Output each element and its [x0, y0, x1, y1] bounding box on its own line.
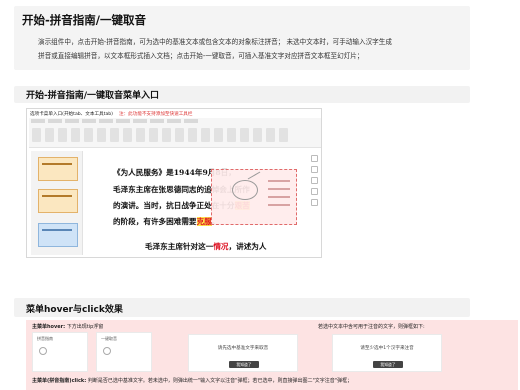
- section-title: 开始-拼音指南/一键取音菜单入口: [26, 91, 160, 101]
- section-menu-entry: 开始-拼音指南/一键取音菜单入口: [14, 86, 470, 103]
- tool-button[interactable]: [58, 128, 67, 142]
- card-title: 一键取音: [101, 336, 117, 341]
- section-title: 菜单hover与click效果: [26, 305, 123, 315]
- side-tool-icon[interactable]: [311, 188, 318, 195]
- tooltip-card-extract: 一键取音: [96, 332, 152, 372]
- tool-button[interactable]: [188, 128, 197, 142]
- pinyin-icon: [39, 347, 47, 355]
- right-note: 若选中文本中含可用于注音的文字，则弹框如下:: [318, 324, 425, 330]
- side-tool-icon[interactable]: [311, 155, 318, 162]
- dialog-select-hanzi: 请至少选中1个汉字来注音 我知道了: [332, 334, 442, 372]
- description-line: 拼音或直接编辑拼音，以文本框形式插入文档；点击开始-一键取音，可插入基准文字对应…: [38, 52, 364, 60]
- pinyin-dropdown-overlay[interactable]: [211, 169, 297, 225]
- description-line: 演示组件中，点击开始-拼音指南，可为选中的基准文本或包含文本的对象标注拼音； 未…: [38, 38, 392, 46]
- hover-click-panel: 主菜单hover: 下方出现tip浮窗 若选中文本中含可用于注音的文字，则弹框如…: [26, 320, 518, 390]
- ribbon-tab[interactable]: [184, 119, 198, 123]
- side-tool-icon[interactable]: [311, 177, 318, 184]
- slide-thumbnail[interactable]: [38, 157, 78, 181]
- side-tool-icon[interactable]: [311, 199, 318, 206]
- ribbon-tab[interactable]: [99, 119, 113, 123]
- slide-text-line: 的阶段，有许多困难需要克服。: [113, 217, 219, 226]
- tool-button[interactable]: [240, 128, 249, 142]
- tooltip-card-pinyin: 拼音指南: [32, 332, 88, 372]
- click-note: 主菜单(拼音指南)click: 判断是否已选中基准文字。若未选中，则弹出统一"输…: [32, 378, 353, 384]
- tool-button[interactable]: [279, 128, 288, 142]
- ok-button[interactable]: 我知道了: [373, 361, 403, 368]
- tool-button[interactable]: [110, 128, 119, 142]
- caption-text: 选项卡菜单入口(开始tab、文本工具tab): [30, 112, 113, 117]
- tool-button[interactable]: [71, 128, 80, 142]
- ribbon-tab[interactable]: [65, 119, 79, 123]
- right-toolbar: [311, 155, 319, 206]
- ribbon-toolbar: [29, 118, 321, 148]
- section-intro: 开始-拼音指南/一键取音 演示组件中，点击开始-拼音指南，可为选中的基准文本或包…: [14, 6, 470, 70]
- tool-button[interactable]: [175, 128, 184, 142]
- section-title: 开始-拼音指南/一键取音: [22, 13, 146, 27]
- card-title: 拼音指南: [37, 336, 53, 341]
- ribbon-tabs: [31, 119, 198, 125]
- side-tool-icon[interactable]: [311, 166, 318, 173]
- hover-note: 主菜单hover: 下方出现tip浮窗: [32, 324, 104, 330]
- tool-button[interactable]: [201, 128, 210, 142]
- app-screenshot: 选项卡菜单入口(开始tab、文本工具tab) 注：此功能不支持添加至快速工具栏 《…: [26, 108, 322, 258]
- extract-icon: [103, 347, 111, 355]
- slide-thumbnail[interactable]: [38, 189, 78, 213]
- tool-button[interactable]: [45, 128, 54, 142]
- tool-button[interactable]: [84, 128, 93, 142]
- tool-button[interactable]: [32, 128, 41, 142]
- tool-button[interactable]: [136, 128, 145, 142]
- tool-button[interactable]: [227, 128, 236, 142]
- tool-button[interactable]: [123, 128, 132, 142]
- slide-thumbnail-panel: [31, 151, 83, 255]
- tool-button[interactable]: [253, 128, 262, 142]
- highlighted-word: 情况: [213, 242, 229, 251]
- slide-thumbnail[interactable]: [38, 223, 78, 247]
- dialog-message: 请至少选中1个汉字来注音: [360, 346, 414, 351]
- section-hover-click: 菜单hover与click效果: [14, 298, 470, 317]
- highlighted-word: 克服: [196, 217, 212, 226]
- formula-icon: [232, 180, 258, 200]
- tool-button[interactable]: [97, 128, 106, 142]
- dialog-message: 请先选中基准文字来取音: [217, 346, 269, 351]
- ribbon-tab[interactable]: [133, 119, 147, 123]
- ribbon-tab[interactable]: [31, 119, 45, 123]
- ok-button[interactable]: 我知道了: [229, 361, 259, 368]
- slide-text-line: 毛泽东主席针对这一情况，讲述为人: [145, 242, 267, 251]
- tool-button[interactable]: [162, 128, 171, 142]
- ribbon-tab[interactable]: [167, 119, 181, 123]
- ribbon-tab[interactable]: [82, 119, 96, 123]
- caption-note: 注：此功能不支持添加至快速工具栏: [118, 112, 193, 117]
- ribbon-tab[interactable]: [150, 119, 164, 123]
- ribbon-tab[interactable]: [48, 119, 62, 123]
- screenshot-caption: 选项卡菜单入口(开始tab、文本工具tab) 注：此功能不支持添加至快速工具栏: [30, 111, 192, 117]
- ribbon-tools: [32, 128, 288, 142]
- tool-button[interactable]: [214, 128, 223, 142]
- slide-canvas[interactable]: 《为人民服务》是1944年9月8日， 毛泽东主席在张思德同志的追悼会上所作 的演…: [89, 155, 311, 257]
- dialog-select-text: 请先选中基准文字来取音 我知道了: [188, 334, 298, 372]
- tool-button[interactable]: [149, 128, 158, 142]
- section-description: 演示组件中，点击开始-拼音指南，可为选中的基准文本或包含文本的对象标注拼音； 未…: [38, 35, 478, 63]
- ribbon-tab[interactable]: [116, 119, 130, 123]
- tool-button[interactable]: [266, 128, 275, 142]
